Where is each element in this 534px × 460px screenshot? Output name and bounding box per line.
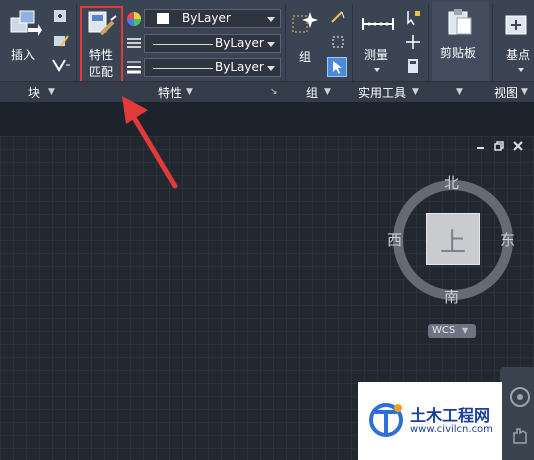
compass-south[interactable]: 南 — [444, 286, 459, 307]
panel-utilities-title: 实用工具 — [358, 86, 407, 100]
basepoint-icon — [505, 15, 527, 35]
drawing-canvas[interactable]: 上 北 南 西 东 WCS ▼ 土木工程网 www.civilcn.com — [0, 136, 534, 460]
quick-select-icon[interactable] — [404, 9, 422, 27]
chevron-down-icon — [267, 17, 275, 22]
panel-block-title: 块 — [28, 86, 41, 100]
line-preview — [153, 44, 213, 45]
edit-block-icon[interactable] — [52, 32, 70, 50]
chevron-down-icon[interactable]: ▼ — [456, 87, 463, 97]
lineweight-icon[interactable] — [126, 59, 142, 75]
ungroup-icon[interactable] — [330, 10, 346, 26]
chevron-down-icon — [374, 68, 380, 72]
panel-title-bar: 块 ▼ 特性 ▼ ↘ 组 ▼ 实用工具 ▼ ▼ 视图 ▼ — [0, 81, 534, 102]
chevron-down-icon: ▼ — [324, 87, 331, 97]
compass-west[interactable]: 西 — [387, 229, 402, 250]
watermark-url: www.civilcn.com — [410, 424, 493, 435]
viewcube-top-label: 上 — [440, 228, 467, 258]
group-icon — [292, 12, 318, 33]
basepoint-label: 基点 — [506, 48, 531, 62]
lineweight-value: ByLayer — [215, 60, 264, 74]
minimize-icon[interactable] — [476, 141, 486, 151]
measure-icon — [362, 18, 394, 30]
compass-north[interactable]: 北 — [444, 172, 459, 193]
restore-icon[interactable] — [494, 141, 504, 151]
panel-view-title: 视图 — [494, 86, 519, 100]
file-tab-strip — [0, 102, 534, 136]
clipboard-label: 剪贴板 — [440, 46, 477, 60]
dialog-launcher-icon[interactable]: ↘ — [270, 87, 278, 97]
panel-group[interactable]: 组 ▼ — [300, 82, 340, 102]
viewcube[interactable]: 上 北 南 西 东 WCS ▼ — [383, 172, 525, 342]
navigation-bar[interactable] — [500, 367, 534, 460]
insert-label: 插入 — [11, 48, 36, 62]
group-edit-icon[interactable] — [330, 34, 346, 50]
chevron-down-icon: ▼ — [521, 87, 528, 97]
linetype-select[interactable]: ByLayer — [144, 34, 281, 53]
chevron-down-icon — [518, 68, 524, 72]
cursor-icon — [333, 61, 342, 74]
color-value: ByLayer — [182, 11, 231, 25]
highlight-box — [80, 6, 123, 84]
calculator-icon[interactable] — [404, 57, 422, 75]
ribbon: 插入 特性 匹配 ByLayer ByLayer ByLayer 组 测量 剪贴… — [0, 0, 534, 102]
watermark-logo: 土木工程网 www.civilcn.com — [358, 382, 502, 460]
chevron-down-icon: ▼ — [48, 87, 55, 97]
panel-properties[interactable]: 特性 ▼ — [150, 82, 210, 102]
group-select-toggle[interactable] — [327, 57, 347, 77]
line-preview — [153, 68, 213, 69]
chevron-down-icon: ▼ — [462, 326, 469, 335]
create-block-icon[interactable] — [52, 8, 70, 26]
steeringwheel-icon — [510, 387, 530, 407]
linetype-icon[interactable] — [126, 35, 142, 51]
site-logo-icon — [369, 403, 403, 437]
chevron-down-icon: ▼ — [412, 87, 419, 97]
panel-view[interactable]: 视图 ▼ — [494, 82, 534, 102]
chevron-down-icon — [267, 66, 275, 71]
watermark-name: 土木工程网 — [410, 406, 491, 425]
pan-hand-icon — [513, 428, 527, 444]
paste-icon — [448, 9, 472, 35]
measure-label: 测量 — [364, 48, 389, 62]
panel-block[interactable]: 块 ▼ — [20, 82, 60, 102]
wcs-menu[interactable]: WCS ▼ — [428, 324, 476, 338]
chevron-down-icon — [267, 42, 275, 47]
close-icon[interactable] — [513, 141, 523, 151]
compass-east[interactable]: 东 — [500, 229, 515, 250]
block-attribute-icon[interactable] — [50, 56, 72, 74]
point-id-icon[interactable] — [404, 33, 422, 51]
panel-utilities[interactable]: 实用工具 ▼ — [354, 82, 426, 102]
color-select[interactable]: ByLayer — [144, 9, 281, 28]
wcs-label: WCS — [432, 325, 456, 336]
insert-button[interactable]: 插入 — [5, 6, 45, 64]
panel-group-title: 组 — [306, 86, 319, 100]
measure-button[interactable]: 测量 — [358, 6, 398, 76]
color-wheel-icon[interactable] — [126, 11, 142, 27]
linetype-value: ByLayer — [215, 36, 264, 50]
basepoint-button[interactable]: 基点 — [496, 6, 534, 78]
group-label: 组 — [299, 50, 312, 64]
insert-block-icon — [10, 10, 42, 36]
color-swatch — [157, 13, 169, 24]
lineweight-select[interactable]: ByLayer — [144, 58, 281, 77]
chevron-down-icon: ▼ — [186, 87, 193, 97]
group-button[interactable]: 组 — [289, 6, 321, 66]
panel-properties-title: 特性 — [158, 86, 183, 100]
viewcube-top-face[interactable]: 上 — [426, 213, 480, 265]
